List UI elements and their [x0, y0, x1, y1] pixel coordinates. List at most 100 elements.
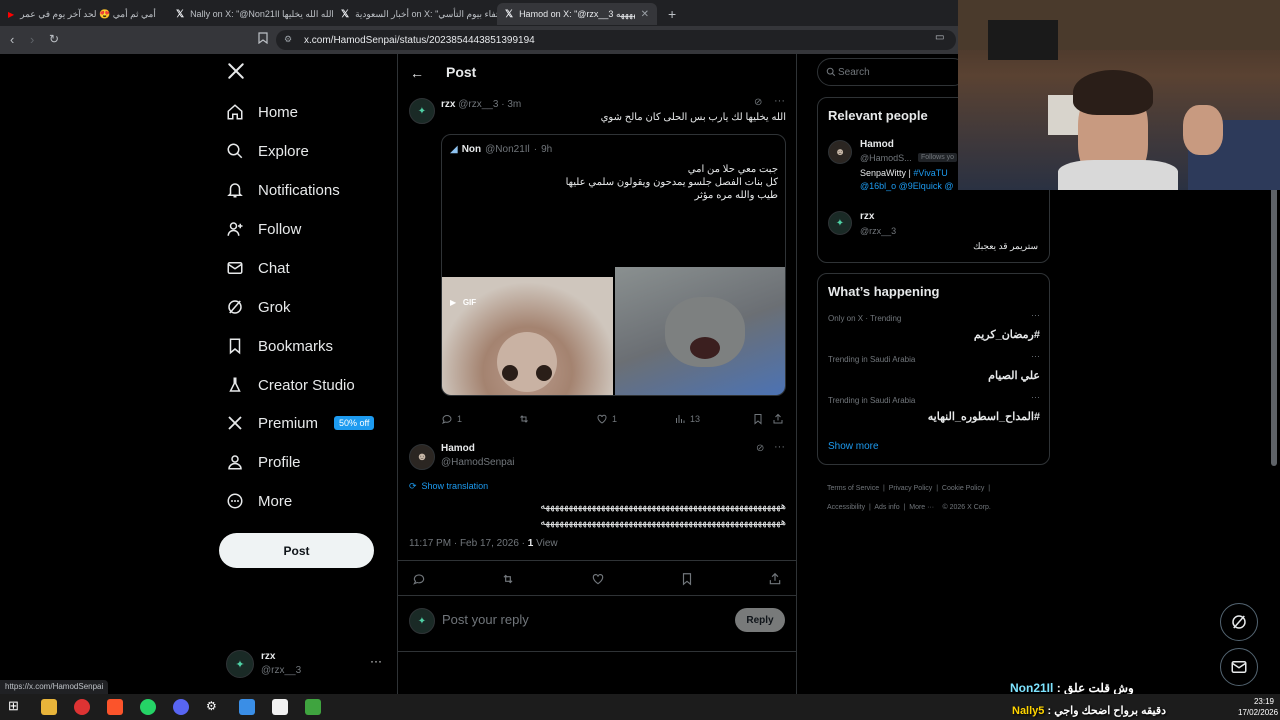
- gif-kitten-laughing[interactable]: ❚❚ GIF: [615, 267, 785, 395]
- author-handle[interactable]: @HamodSenpai: [441, 457, 515, 468]
- close-tab-icon[interactable]: ✕: [641, 9, 649, 20]
- nav-explore[interactable]: Explore: [226, 136, 309, 166]
- nav-chat[interactable]: Chat: [226, 253, 290, 283]
- nav-creator-studio[interactable]: Creator Studio: [226, 370, 355, 400]
- grok-icon[interactable]: ⊘: [756, 443, 764, 454]
- author-name: Non: [461, 144, 482, 155]
- back-arrow-icon[interactable]: ←: [410, 65, 424, 81]
- author-handle[interactable]: @rzx__3: [458, 99, 498, 110]
- store-icon[interactable]: [272, 699, 288, 715]
- tweet-time: 9h: [541, 144, 553, 155]
- show-more-link[interactable]: Show more: [828, 441, 879, 452]
- discord-icon[interactable]: [173, 699, 189, 715]
- url-field[interactable]: ⚙ x.com/HamodSenpai/status/2023854443851…: [276, 30, 956, 50]
- reply-action[interactable]: [412, 572, 426, 586]
- messages-float-button[interactable]: [1220, 648, 1258, 686]
- settings-gear-icon[interactable]: ⚙: [206, 699, 222, 715]
- windows-start-icon[interactable]: ⊞: [8, 698, 24, 714]
- nav-profile[interactable]: Profile: [226, 447, 301, 477]
- like-action[interactable]: [591, 572, 605, 586]
- account-switcher[interactable]: ✦ rzx @rzx__3 ···: [226, 648, 384, 680]
- bookmark-action[interactable]: [680, 572, 694, 586]
- app-icon[interactable]: [239, 699, 255, 715]
- person-handle[interactable]: @HamodS...: [860, 153, 912, 163]
- back-arrow-icon[interactable]: ‹: [10, 32, 14, 47]
- file-explorer-icon[interactable]: [41, 699, 57, 715]
- quoted-tweet[interactable]: ◢ Non @Non21Il · 9h جبت معي حلا من امي ك…: [441, 134, 786, 396]
- bookmark-icon: [229, 338, 241, 355]
- trend-item[interactable]: Only on X · Trending ··· #رمضان_كريم: [828, 310, 1040, 348]
- repost-action[interactable]: [501, 572, 515, 586]
- account-handle: @rzx__3: [261, 665, 302, 676]
- new-tab-button[interactable]: +: [660, 3, 680, 25]
- author-name[interactable]: Hamod: [441, 443, 475, 454]
- bookmark-action[interactable]: [752, 413, 764, 425]
- reply-input[interactable]: Post your reply: [442, 612, 529, 627]
- like-action[interactable]: 1: [596, 413, 617, 425]
- avatar[interactable]: ☻: [409, 444, 435, 470]
- discount-badge: 50% off: [334, 416, 375, 430]
- bird-logo-icon: ✦: [417, 615, 427, 627]
- more-dots-icon[interactable]: ···: [370, 654, 382, 668]
- more-dots-icon[interactable]: ···: [774, 95, 785, 107]
- nav-home[interactable]: Home: [226, 97, 298, 127]
- brave-browser-icon[interactable]: [107, 699, 123, 715]
- tab-title: أخبار السعودية on X: "احتفاء بيوم التأسي: [355, 8, 498, 19]
- reply-action[interactable]: 1: [441, 413, 462, 425]
- minecraft-icon[interactable]: [305, 699, 321, 715]
- quoted-text: جبت معي حلا من امي كل بنات الفصل جلسو يم…: [565, 164, 778, 201]
- avatar[interactable]: ☻: [828, 140, 852, 164]
- nav-grok[interactable]: Grok: [226, 292, 291, 322]
- bookmark-page-icon[interactable]: [258, 32, 268, 47]
- system-clock[interactable]: 23:19 17/02/2026: [1238, 696, 1278, 718]
- gif-kitten-sad[interactable]: ▶ GIF: [442, 277, 613, 395]
- nav-follow[interactable]: Follow: [226, 214, 301, 244]
- browser-tab[interactable]: 𝕏 أخبار السعودية on X: "احتفاء بيوم التأ…: [333, 3, 498, 25]
- views-action[interactable]: 13: [674, 413, 700, 425]
- browser-tab[interactable]: 𝕏 Nally on X: "@Non21Il الله الله يخليها: [168, 3, 333, 25]
- play-icon[interactable]: ▶: [450, 298, 456, 307]
- nav-notifications[interactable]: Notifications: [226, 175, 340, 205]
- search-input[interactable]: Search: [817, 58, 967, 86]
- browser-tab[interactable]: ▶ أمي ثم أمي 😍 لحد آخر يوم في عمر: [0, 3, 165, 25]
- home-icon: [227, 104, 243, 120]
- nav-label: More: [258, 492, 293, 510]
- whatsapp-icon[interactable]: [140, 699, 156, 715]
- nav-more[interactable]: More: [226, 486, 292, 516]
- follows-you-badge: Follows yo: [918, 153, 958, 162]
- avatar[interactable]: ✦: [409, 98, 435, 124]
- repost-action[interactable]: [518, 413, 530, 425]
- site-settings-icon[interactable]: ⚙: [284, 34, 292, 45]
- nav-premium[interactable]: Premium 50% off: [226, 408, 375, 438]
- nav-bookmarks[interactable]: Bookmarks: [226, 331, 333, 361]
- more-dots-icon[interactable]: ···: [1031, 392, 1040, 402]
- cast-icon[interactable]: ▭: [935, 32, 944, 43]
- tweet-time[interactable]: 3m: [507, 99, 521, 110]
- trend-item[interactable]: Trending in Saudi Arabia ··· #المداح_اسط…: [828, 392, 1040, 430]
- person-name[interactable]: Hamod: [860, 139, 894, 150]
- more-dots-icon[interactable]: ···: [774, 441, 785, 453]
- grok-float-button[interactable]: [1220, 603, 1258, 641]
- more-dots-icon[interactable]: ···: [1031, 351, 1040, 361]
- person-name[interactable]: rzx: [860, 211, 874, 222]
- browser-tab-active[interactable]: 𝕏 Hamod on X: "@rzx__3 ههههههههه ✕: [497, 3, 657, 25]
- person-handle[interactable]: @rzx__3: [860, 226, 896, 236]
- share-action[interactable]: [768, 572, 782, 586]
- author-name[interactable]: rzx: [441, 99, 455, 110]
- heart-icon: [597, 414, 607, 424]
- bio-mentions[interactable]: @16bl_o @9Elquick @: [860, 181, 953, 191]
- page-title: Post: [446, 64, 477, 80]
- grok-icon[interactable]: ⊘: [754, 97, 762, 108]
- trend-item[interactable]: Trending in Saudi Arabia ··· علي الصيام: [828, 351, 1040, 389]
- person-icon: [228, 455, 242, 470]
- post-button[interactable]: Post: [219, 533, 374, 568]
- avatar[interactable]: ✦: [828, 211, 852, 235]
- x-logo-icon[interactable]: [227, 62, 245, 85]
- show-translation-link[interactable]: ⟳ Show translation: [409, 481, 488, 492]
- reload-icon[interactable]: ↻: [49, 32, 59, 46]
- app-icon[interactable]: [74, 699, 90, 715]
- share-action[interactable]: [772, 413, 784, 425]
- forward-arrow-icon[interactable]: ›: [30, 32, 34, 47]
- reply-button[interactable]: Reply: [735, 608, 785, 632]
- more-dots-icon[interactable]: ···: [1031, 310, 1040, 320]
